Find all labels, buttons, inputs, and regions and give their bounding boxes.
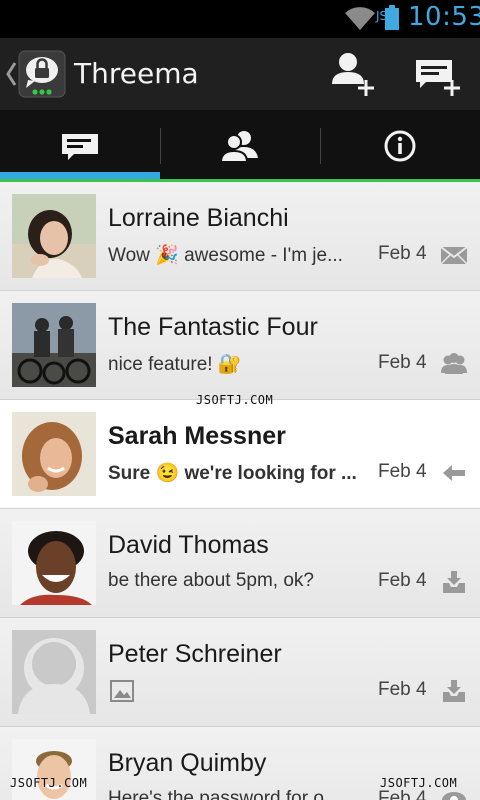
contact-name: David Thomas (108, 531, 269, 559)
avatar (12, 412, 96, 496)
add-contact-icon[interactable] (328, 48, 380, 100)
watermark: JSOFTJ.COM (10, 776, 88, 790)
conversation-list[interactable]: Lorraine Bianchi Wow 🎉 awesome - I'm je.… (0, 182, 480, 800)
app-title: Threema (74, 57, 199, 90)
tab-contacts[interactable] (160, 110, 320, 182)
envelope-icon (440, 246, 468, 265)
inbox-download-icon (443, 680, 465, 702)
action-bar: Threema (0, 38, 480, 110)
message-date: Feb 4 (378, 461, 427, 482)
status-bar: JS 10:53 (0, 0, 480, 38)
conversation-row[interactable]: Peter Schreiner Feb 4 (0, 618, 480, 727)
battery-icon (385, 5, 399, 30)
contact-name: Peter Schreiner (108, 640, 282, 668)
contact-name: Sarah Messner (108, 422, 286, 450)
contact-name: Bryan Quimby (108, 749, 267, 777)
avatar (12, 630, 96, 714)
tab-bar (0, 110, 480, 182)
message-date: Feb 4 (378, 679, 427, 700)
conversation-row[interactable]: The Fantastic Four nice feature! 🔐 Feb 4 (0, 291, 480, 400)
conversation-row[interactable]: Lorraine Bianchi Wow 🎉 awesome - I'm je.… (0, 182, 480, 291)
message-date: Feb 4 (378, 352, 427, 373)
message-preview: nice feature! 🔐 (108, 354, 242, 375)
message-preview: Here's the password for o... (108, 788, 340, 800)
message-preview: Sure 😉 we're looking for ... (108, 463, 357, 484)
contact-name: The Fantastic Four (108, 313, 318, 341)
message-preview: be there about 5pm, ok? (108, 570, 314, 591)
wifi-icon (345, 7, 375, 30)
threema-logo-icon[interactable] (18, 50, 66, 98)
message-preview: Wow 🎉 awesome - I'm je... (108, 245, 343, 266)
conversation-row[interactable]: Sarah Messner Sure 😉 we're looking for .… (0, 400, 480, 509)
watermark: JSOFTJ.COM (380, 776, 458, 790)
inbox-download-icon (443, 571, 465, 593)
contact-name: Lorraine Bianchi (108, 204, 289, 232)
reply-arrow-icon (443, 465, 465, 481)
group-icon (441, 353, 467, 374)
avatar (12, 521, 96, 605)
new-message-icon[interactable] (412, 48, 464, 100)
info-icon (384, 130, 416, 162)
avatar (12, 303, 96, 387)
up-caret-icon[interactable] (5, 60, 17, 88)
contacts-icon (220, 131, 258, 163)
avatar (12, 194, 96, 278)
conversation-row[interactable]: David Thomas be there about 5pm, ok? Feb… (0, 509, 480, 618)
clock: 10:53 (408, 2, 480, 32)
avatar (12, 739, 96, 800)
watermark: JSOFTJ.COM (196, 393, 274, 407)
image-attachment-icon (110, 680, 134, 702)
message-date: Feb 4 (378, 570, 427, 591)
tab-info[interactable] (320, 110, 480, 182)
chat-bubble-icon (62, 134, 98, 160)
message-date: Feb 4 (378, 243, 427, 264)
